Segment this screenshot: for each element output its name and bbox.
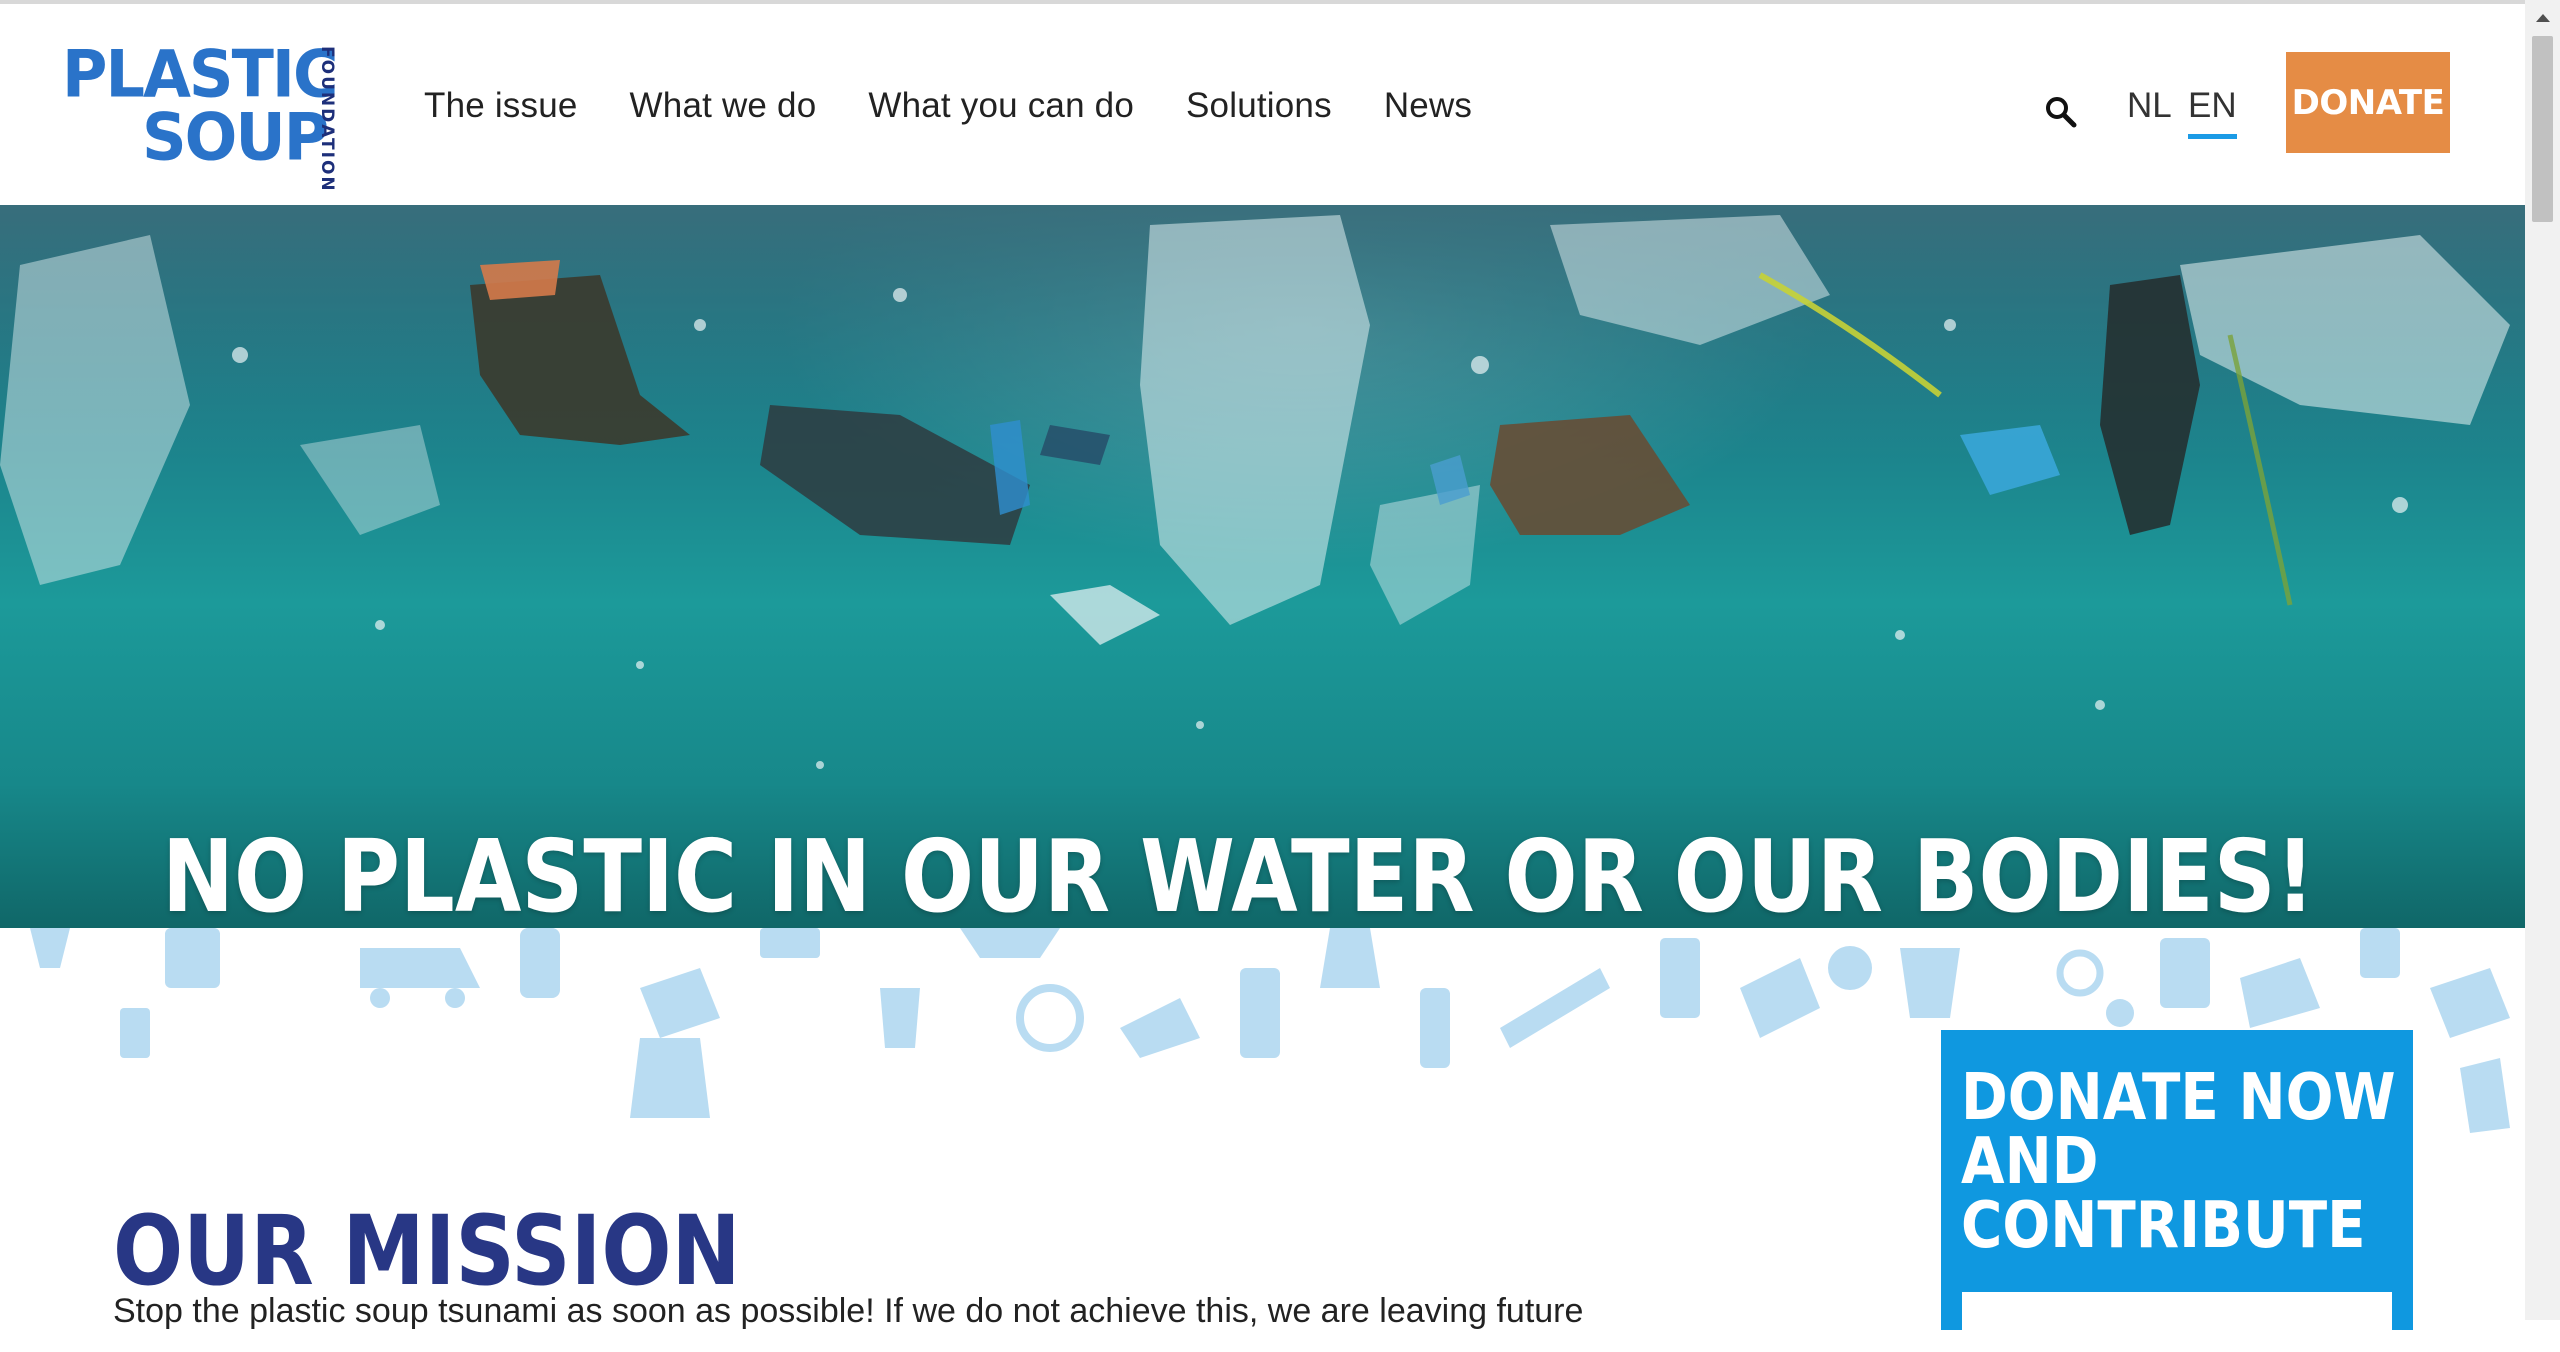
donate-box-title: DONATE NOW AND CONTRIBUTE	[1961, 1061, 2396, 1263]
language-en-active[interactable]: EN	[2188, 86, 2237, 139]
vertical-scrollbar[interactable]	[2525, 0, 2560, 1320]
language-nl[interactable]: NL	[2127, 86, 2172, 126]
scroll-thumb[interactable]	[2532, 36, 2553, 222]
logo-wordmark: PLASTIC SOUP	[62, 35, 338, 176]
mission-text: Stop the plastic soup tsunami as soon as…	[113, 1292, 1584, 1330]
donate-button[interactable]: DONATE	[2286, 52, 2450, 153]
logo-line-plastic: PLASTIC	[62, 35, 338, 113]
site-logo[interactable]: PLASTIC SOUP FOUNDATION	[62, 35, 342, 193]
donate-now-box: DONATE NOW AND CONTRIBUTE	[1941, 1030, 2413, 1352]
nav-item-what-you-can-do[interactable]: What you can do	[868, 86, 1134, 126]
nav-item-solutions[interactable]: Solutions	[1186, 86, 1332, 126]
hero-banner: NO PLASTIC IN OUR WATER OR OUR BODIES!	[0, 205, 2525, 928]
scroll-up-arrow-icon[interactable]	[2536, 14, 2550, 22]
logo-line-soup: SOUP	[142, 98, 329, 176]
nav-item-news[interactable]: News	[1384, 86, 1472, 126]
donate-amount-field[interactable]	[1962, 1292, 2392, 1352]
site-header: PLASTIC SOUP FOUNDATION The issue What w…	[0, 4, 2525, 205]
logo-foundation-text: FOUNDATION	[317, 46, 337, 193]
search-icon[interactable]	[2044, 95, 2078, 129]
main-nav: The issue What we do What you can do Sol…	[424, 86, 1472, 126]
nav-item-the-issue[interactable]: The issue	[424, 86, 578, 126]
nav-item-what-we-do[interactable]: What we do	[630, 86, 817, 126]
hero-title: NO PLASTIC IN OUR WATER OR OUR BODIES!	[162, 818, 2315, 928]
